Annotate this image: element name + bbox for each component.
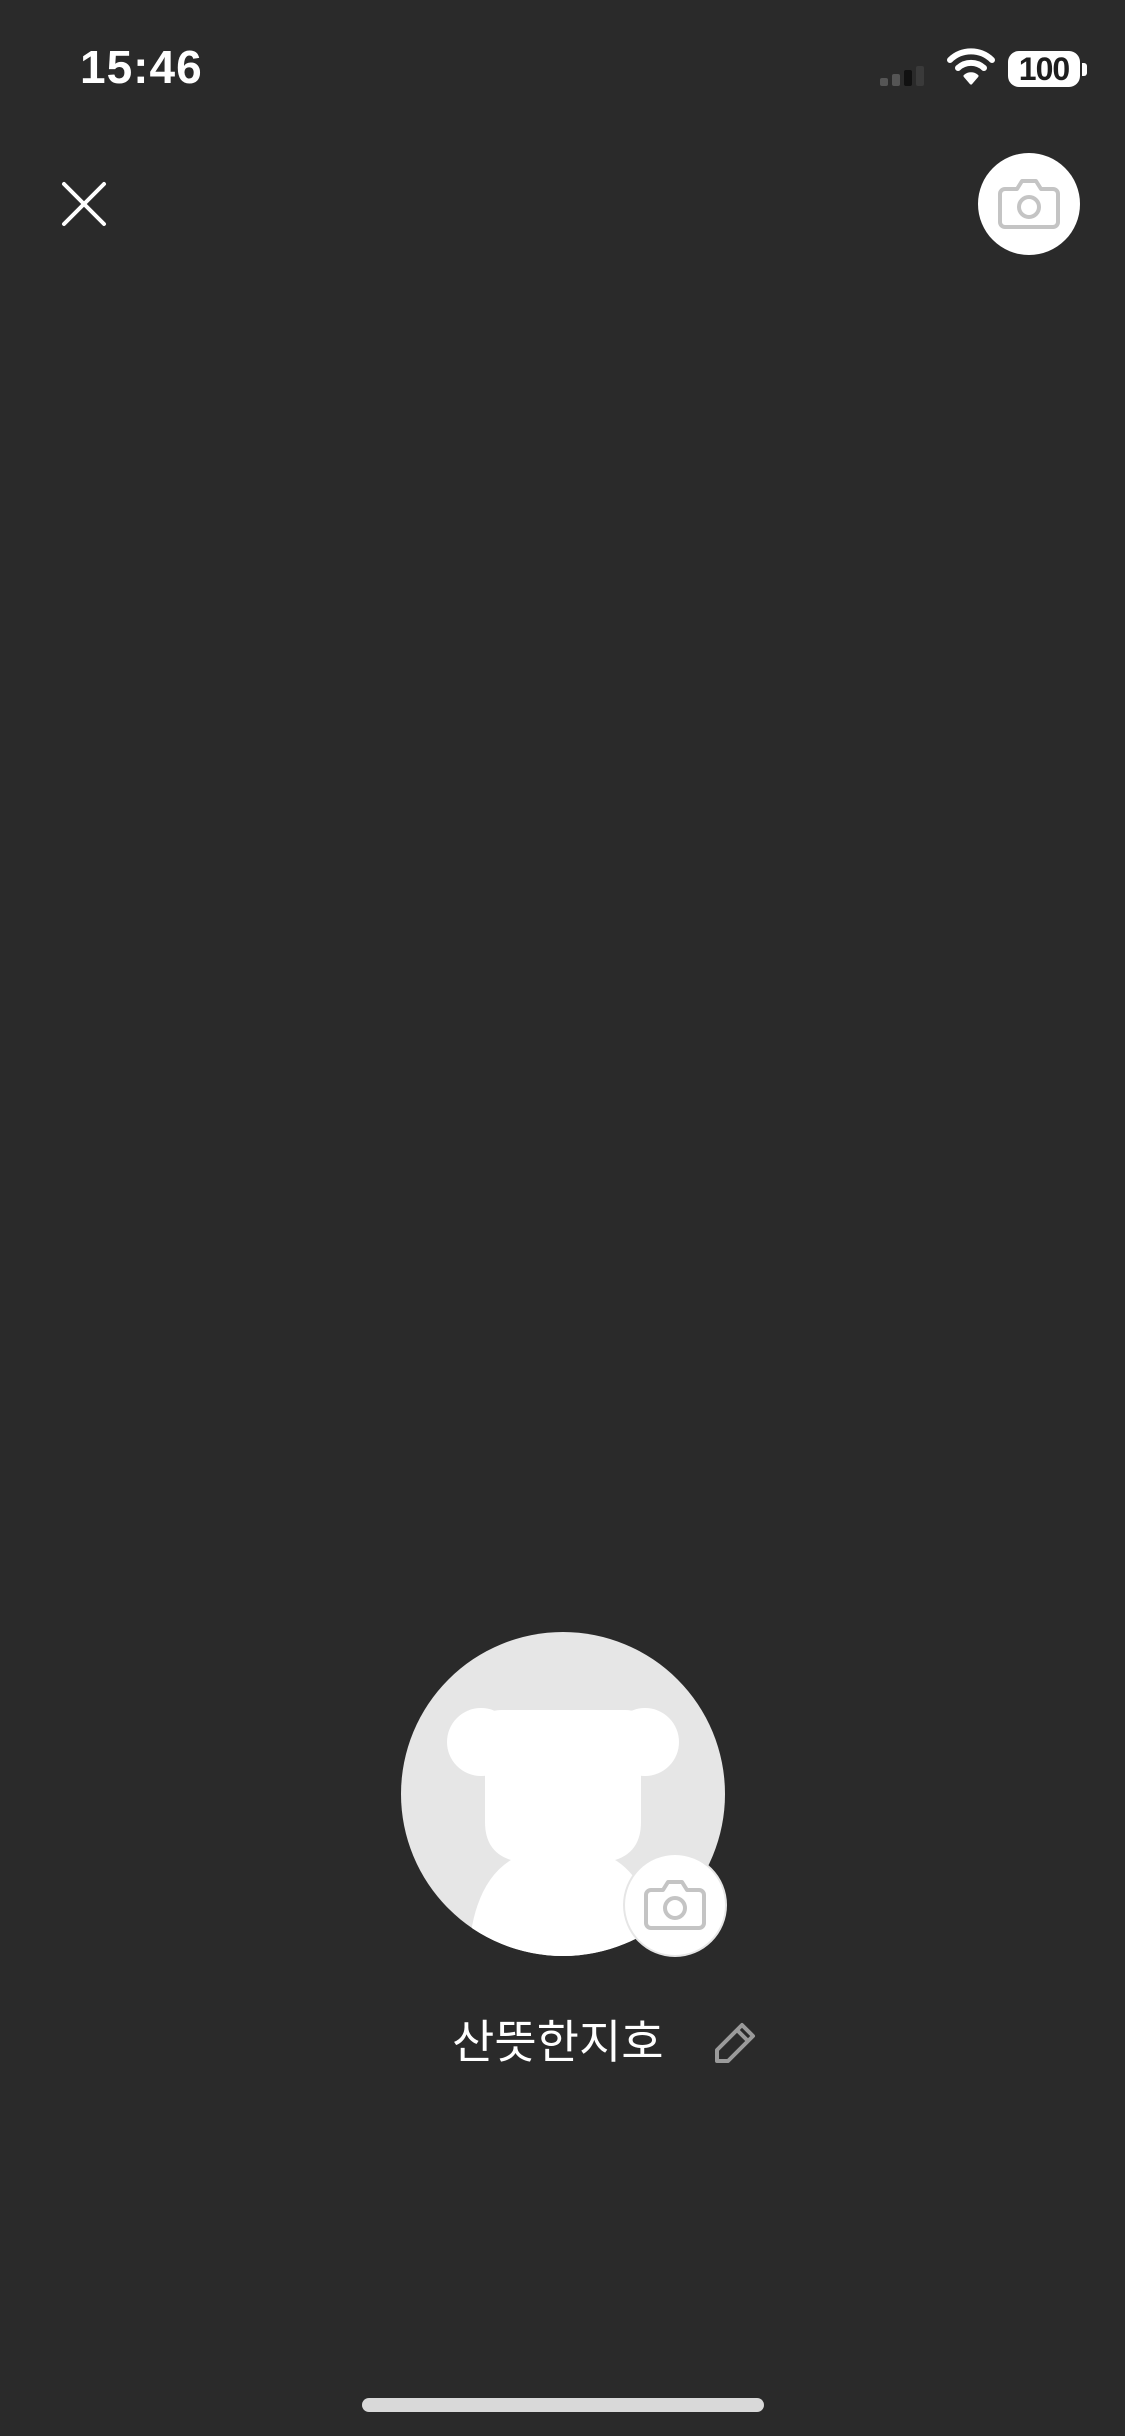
edit-name-button[interactable] bbox=[710, 2018, 760, 2068]
close-icon bbox=[62, 182, 106, 226]
battery-tip bbox=[1082, 63, 1087, 76]
background-camera-button[interactable] bbox=[978, 153, 1080, 255]
pencil-icon bbox=[715, 2023, 755, 2063]
profile-name-row: 산뜻한지호 bbox=[0, 2010, 1125, 2074]
close-button[interactable] bbox=[44, 164, 124, 244]
camera-icon bbox=[644, 1880, 706, 1930]
profile-name[interactable]: 산뜻한지호 bbox=[452, 2010, 664, 2074]
camera-icon bbox=[998, 179, 1060, 229]
status-time: 15:46 bbox=[80, 41, 203, 93]
avatar-camera-button[interactable] bbox=[625, 1855, 725, 1955]
cellular-signal-icon bbox=[880, 66, 924, 86]
home-indicator[interactable] bbox=[362, 2398, 764, 2412]
battery-level: 100 bbox=[1008, 51, 1080, 87]
status-bar: 15:46 100 bbox=[0, 0, 1125, 140]
wifi-icon bbox=[947, 48, 995, 85]
